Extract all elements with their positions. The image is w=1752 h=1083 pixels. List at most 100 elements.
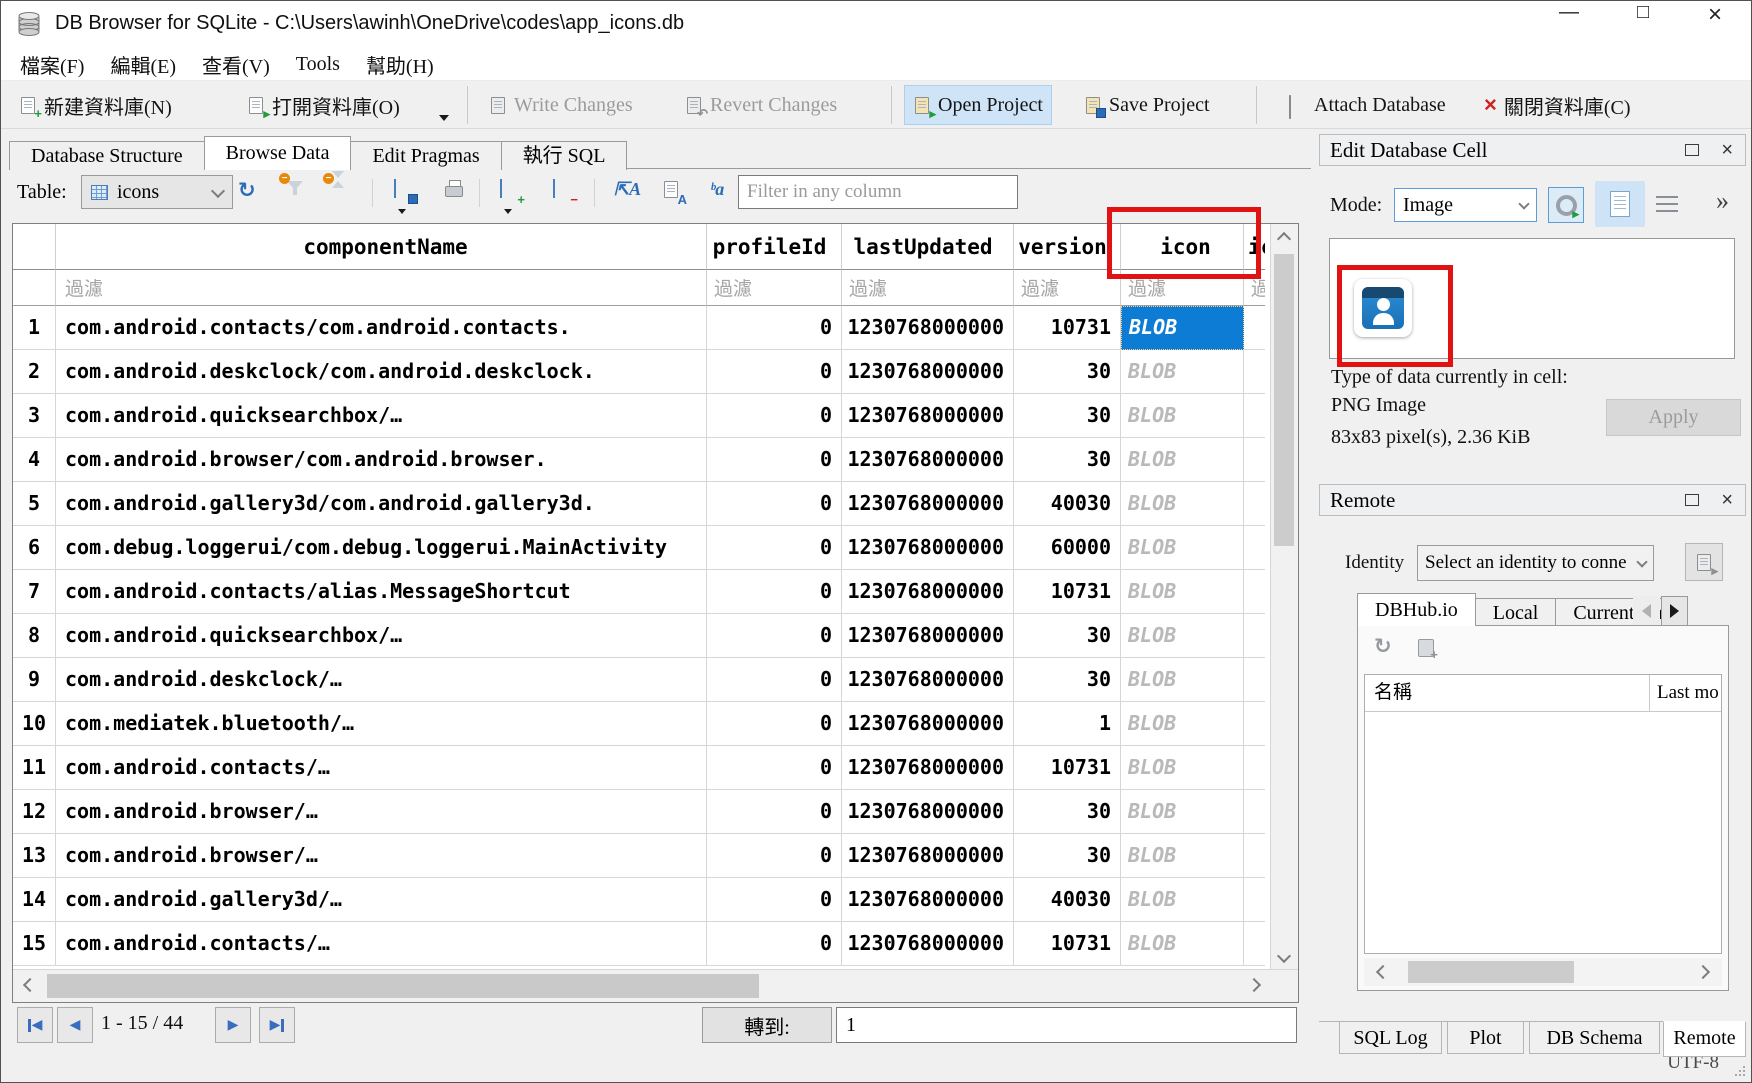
cell-version[interactable]: 10731	[1014, 570, 1121, 614]
replace-icon[interactable]: ᵇa	[710, 180, 730, 200]
tab-browse-data[interactable]: Browse Data	[204, 136, 352, 170]
goto-button[interactable]: 轉到:	[702, 1007, 832, 1043]
cell-profileId[interactable]: 0	[707, 658, 842, 702]
import-data-button[interactable]: ▸	[1548, 187, 1584, 223]
identity-select[interactable]: Select an identity to conne	[1417, 545, 1654, 581]
refresh-button[interactable]: ↻	[238, 180, 258, 200]
bottom-tab-sql-log[interactable]: SQL Log	[1339, 1022, 1442, 1054]
cell-componentName[interactable]: com.debug.loggerui/com.debug.loggerui.Ma…	[56, 526, 707, 570]
filter-input-profileId[interactable]: 過濾	[707, 270, 842, 306]
cell-version[interactable]: 10731	[1014, 922, 1121, 966]
bottom-tab-remote[interactable]: Remote	[1663, 1021, 1746, 1057]
cell-profileId[interactable]: 0	[707, 570, 842, 614]
close-database-button[interactable]: × 關閉資料庫(C)	[1476, 82, 1639, 128]
float-panel-icon[interactable]	[1685, 494, 1699, 506]
goto-record-input[interactable]	[836, 1007, 1297, 1043]
cell-partial[interactable]	[1244, 394, 1265, 438]
row-number[interactable]: 1	[13, 306, 56, 350]
cell-lastUpdated[interactable]: 1230768000000	[842, 922, 1014, 966]
text-mode-button[interactable]	[1595, 181, 1645, 227]
cell-profileId[interactable]: 0	[707, 878, 842, 922]
tab-scroll-left-button[interactable]	[1633, 596, 1660, 626]
resize-grip[interactable]	[1743, 1074, 1745, 1076]
cell-lastUpdated[interactable]: 1230768000000	[842, 526, 1014, 570]
cell-lastUpdated[interactable]: 1230768000000	[842, 306, 1014, 350]
clone-database-button[interactable]: ▸	[1685, 543, 1723, 581]
cell-icon[interactable]: BLOB	[1121, 790, 1244, 834]
cell-profileId[interactable]: 0	[707, 702, 842, 746]
cell-lastUpdated[interactable]: 1230768000000	[842, 746, 1014, 790]
cell-icon[interactable]: BLOB	[1121, 306, 1244, 350]
close-window-button[interactable]: ×	[1683, 1, 1747, 45]
scroll-down-arrow[interactable]	[1271, 944, 1297, 970]
cell-partial[interactable]	[1244, 922, 1265, 966]
cell-lastUpdated[interactable]: 1230768000000	[842, 878, 1014, 922]
tab-scroll-right-button[interactable]	[1661, 596, 1688, 626]
tab-edit-pragmas[interactable]: Edit Pragmas	[350, 141, 501, 170]
cell-profileId[interactable]: 0	[707, 922, 842, 966]
scroll-up-arrow[interactable]	[1271, 224, 1297, 250]
tab-sql[interactable]: 執行 SQL	[501, 141, 628, 170]
cell-lastUpdated[interactable]: 1230768000000	[842, 658, 1014, 702]
cell-componentName[interactable]: com.android.contacts/com.android.contact…	[56, 306, 707, 350]
scroll-thumb[interactable]	[1408, 961, 1574, 983]
cell-version[interactable]: 30	[1014, 658, 1121, 702]
cell-componentName[interactable]: com.android.deskclock/…	[56, 658, 707, 702]
filter-input-lastUpdated[interactable]: 過濾	[842, 270, 1014, 306]
row-number[interactable]: 6	[13, 526, 56, 570]
row-number[interactable]: 3	[13, 394, 56, 438]
cell-partial[interactable]	[1244, 306, 1265, 350]
cell-partial[interactable]	[1244, 614, 1265, 658]
attach-database-button[interactable]: Attach Database	[1281, 82, 1454, 128]
cell-partial[interactable]	[1244, 482, 1265, 526]
save-project-button[interactable]: Save Project	[1076, 82, 1218, 128]
scroll-right-arrow[interactable]	[1241, 972, 1267, 998]
cell-lastUpdated[interactable]: 1230768000000	[842, 570, 1014, 614]
cell-icon[interactable]: BLOB	[1121, 394, 1244, 438]
cell-componentName[interactable]: com.android.gallery3d/com.android.galler…	[56, 482, 707, 526]
cell-version[interactable]: 60000	[1014, 526, 1121, 570]
cell-componentName[interactable]: com.android.browser/com.android.browser.	[56, 438, 707, 482]
cell-lastUpdated[interactable]: 1230768000000	[842, 350, 1014, 394]
insert-record-button[interactable]: +	[500, 180, 520, 200]
menu-item-f[interactable]: 檔案(F)	[7, 50, 97, 79]
cell-profileId[interactable]: 0	[707, 746, 842, 790]
cell-lastUpdated[interactable]: 1230768000000	[842, 438, 1014, 482]
cell-profileId[interactable]: 0	[707, 306, 842, 350]
cell-profileId[interactable]: 0	[707, 790, 842, 834]
row-number[interactable]: 11	[13, 746, 56, 790]
row-number[interactable]: 13	[13, 834, 56, 878]
vertical-scrollbar[interactable]	[1270, 224, 1298, 970]
mode-select[interactable]: Image	[1394, 188, 1537, 222]
cell-icon[interactable]: BLOB	[1121, 482, 1244, 526]
tab-database-structure[interactable]: Database Structure	[9, 141, 205, 170]
cell-lastUpdated[interactable]: 1230768000000	[842, 394, 1014, 438]
cell-componentName[interactable]: com.android.contacts/…	[56, 746, 707, 790]
cell-version[interactable]: 30	[1014, 790, 1121, 834]
column-header-version[interactable]: version	[1014, 224, 1121, 270]
cell-componentName[interactable]: com.android.quicksearchbox/…	[56, 394, 707, 438]
goto-cell-icon[interactable]: ⇱A	[614, 180, 634, 200]
cell-icon[interactable]: BLOB	[1121, 438, 1244, 482]
cell-icon[interactable]: BLOB	[1121, 746, 1244, 790]
cell-componentName[interactable]: com.android.browser/…	[56, 834, 707, 878]
more-tools-chevrons[interactable]: »	[1716, 186, 1729, 216]
remote-column-name[interactable]: 名稱	[1365, 675, 1650, 711]
open-project-button[interactable]: ▸ Open Project	[904, 85, 1052, 125]
vertical-scroll-thumb[interactable]	[1274, 254, 1294, 546]
cell-profileId[interactable]: 0	[707, 438, 842, 482]
maximize-button[interactable]: □	[1611, 1, 1675, 45]
column-header-lastUpdated[interactable]: lastUpdated	[842, 224, 1014, 270]
open-database-button[interactable]: ▸ 打開資料庫(O)	[239, 82, 408, 128]
column-header-profileId[interactable]: profileId	[707, 224, 842, 270]
cell-partial[interactable]	[1244, 834, 1265, 878]
row-number[interactable]: 15	[13, 922, 56, 966]
find-in-table-icon[interactable]: A	[662, 180, 682, 200]
cell-componentName[interactable]: com.android.gallery3d/…	[56, 878, 707, 922]
delete-record-button[interactable]: −	[553, 180, 573, 200]
cell-componentName[interactable]: com.android.browser/…	[56, 790, 707, 834]
word-wrap-icon[interactable]	[1656, 196, 1678, 213]
remote-tab-dbhub-io[interactable]: DBHub.io	[1357, 593, 1476, 626]
filter-any-column-input[interactable]	[738, 175, 1018, 209]
cell-partial[interactable]	[1244, 658, 1265, 702]
